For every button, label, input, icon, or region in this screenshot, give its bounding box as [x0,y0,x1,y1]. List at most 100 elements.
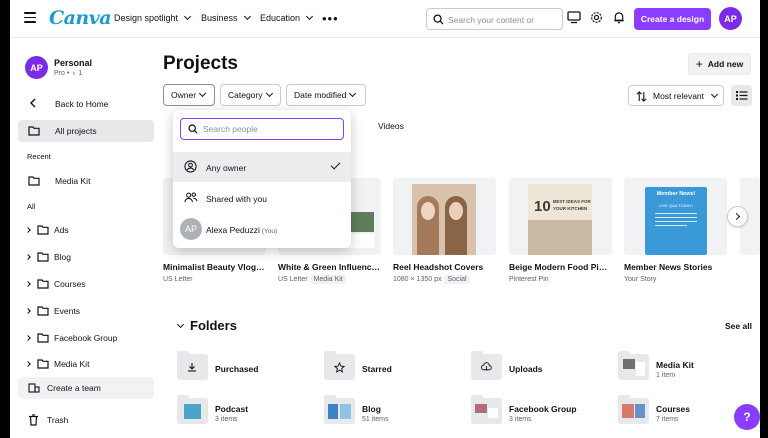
folders-heading: Folders [190,318,237,333]
canva-logo[interactable]: Canva [49,7,112,29]
design-card[interactable]: Reel Headshot Covers 1080 × 1350 px Socia… [393,178,496,284]
design-title: Member News Stories [624,262,713,272]
chevron-right-icon[interactable] [25,361,31,367]
design-title: Reel Headshot Covers [393,262,484,272]
sort-dropdown[interactable]: Most relevant [628,85,724,106]
create-team-button[interactable]: Create a team [18,377,154,399]
folder-card-podcast[interactable]: Podcast 3 items [177,395,317,428]
sidebar-folder-courses[interactable]: Courses [24,276,154,294]
nav-business[interactable]: Business [201,12,251,23]
chevron-down-icon [710,90,719,98]
folder-card-media-kit[interactable]: Media Kit 1 item [618,351,758,384]
bell-icon[interactable] [613,11,625,24]
folder-icon [37,279,49,289]
chevron-down-icon[interactable] [176,320,185,329]
folder-card-purchased[interactable]: Purchased [177,351,317,384]
sidebar-folder-ads[interactable]: Ads [24,222,154,240]
owner-option-alexa[interactable]: AP Alexa Peduzzi (You) [173,214,351,244]
back-label: Back to Home [55,99,109,109]
chevron-right-icon[interactable] [25,254,31,260]
chevron-right-icon[interactable] [25,227,31,233]
sort-label: Most relevant [653,90,705,101]
chevron-right-icon[interactable] [25,308,31,314]
chevron-down-icon [184,12,192,21]
app-window: Canva Design spotlight Business Educatio… [10,0,760,438]
account-name[interactable]: Personal [54,58,92,68]
nav-education[interactable]: Education [260,12,314,23]
design-size: US Letter [278,276,308,283]
gear-icon[interactable] [590,11,603,24]
trash-icon [29,414,38,426]
design-size: Your Story [624,276,657,283]
design-meta: Pinterest Pin [509,276,612,283]
design-title: White & Green Influencer... [278,262,381,272]
sidebar-folder-facebook-group[interactable]: Facebook Group [24,330,154,348]
folder-name: Blog [362,404,381,414]
design-meta: US Letter Media Kit [278,275,381,284]
design-thumbnail[interactable]: 10 BEST IDEAS FOR YOUR KITCHEN [509,178,612,255]
design-meta: Your Story [624,276,727,283]
design-thumbnail[interactable] [393,178,496,255]
sort-icon [636,91,647,102]
sidebar-folder-media-kit[interactable]: Media Kit [24,356,154,374]
carousel-next-button[interactable] [727,206,748,227]
design-card[interactable]: Member News! LIVE Q&A TODAY! Member News… [624,178,727,283]
folder-name: Podcast [215,404,249,414]
folder-label: Blog [54,252,72,262]
all-heading: All [27,202,36,211]
list-view-toggle[interactable] [731,85,752,106]
folder-name: Uploads [509,364,543,374]
owner-option-shared[interactable]: Shared with you [173,183,351,213]
folder-card-uploads[interactable]: Uploads [471,351,611,384]
tab-videos[interactable]: Videos [378,121,404,131]
see-all-link[interactable]: See all [725,321,752,331]
folder-icon [28,176,40,186]
nav-label: Design spotlight [114,13,179,23]
sidebar-item-recent-media-kit[interactable]: Media Kit [18,170,154,192]
design-size: US Letter [163,276,193,283]
design-thumbnail[interactable]: Member News! LIVE Q&A TODAY! [624,178,727,255]
nav-design-spotlight[interactable]: Design spotlight [114,12,192,23]
folder-card-blog[interactable]: Blog 51 items [324,395,464,428]
folder-card-facebook-group[interactable]: Facebook Group 3 items [471,395,611,428]
menu-icon[interactable] [24,12,36,23]
sidebar-folder-blog[interactable]: Blog [24,249,154,267]
sidebar-folder-events[interactable]: Events [24,303,154,321]
monitor-icon[interactable] [567,11,581,24]
avatar[interactable]: AP [719,7,742,30]
download-folder-icon [177,351,208,380]
create-design-button[interactable]: Create a design [634,8,711,30]
sidebar: AP Personal Pro • ♁ 1 Back to Home All p… [10,39,164,438]
search-input[interactable] [448,12,558,27]
folder-name: Purchased [215,364,259,374]
all-projects-label: All projects [55,126,97,136]
sidebar-item-trash[interactable]: Trash [18,409,154,431]
search-box[interactable] [426,8,563,30]
search-icon [188,124,198,134]
owner-filter[interactable]: Owner [163,84,215,106]
chevron-right-icon[interactable] [25,281,31,287]
people-search-box[interactable] [180,118,344,140]
add-new-label: Add new [707,59,744,69]
account-avatar[interactable]: AP [25,56,48,79]
nav-label: Education [260,13,301,23]
date-modified-filter[interactable]: Date modified [286,84,366,106]
folder-preview-icon [324,395,355,424]
owner-option-any[interactable]: Any owner [173,152,351,182]
sidebar-item-all-projects[interactable]: All projects [18,120,154,142]
category-filter-label: Category [228,90,263,100]
more-icon[interactable]: ••• [322,11,339,26]
people-search-input[interactable] [203,122,333,136]
folder-tag: Social [444,275,470,284]
category-filter[interactable]: Category [220,84,281,106]
chevron-right-icon[interactable] [25,335,31,341]
help-button[interactable]: ? [734,404,760,430]
folder-card-starred[interactable]: Starred [324,351,464,384]
back-to-home-link[interactable]: Back to Home [18,93,154,115]
folder-count: 51 items [362,416,389,423]
design-card[interactable]: 10 BEST IDEAS FOR YOUR KITCHEN Beige Mod… [509,178,612,283]
design-meta: US Letter [163,276,266,283]
folder-name: Courses [656,404,691,414]
add-new-button[interactable]: + Add new [688,53,751,75]
food-photo [528,220,592,255]
